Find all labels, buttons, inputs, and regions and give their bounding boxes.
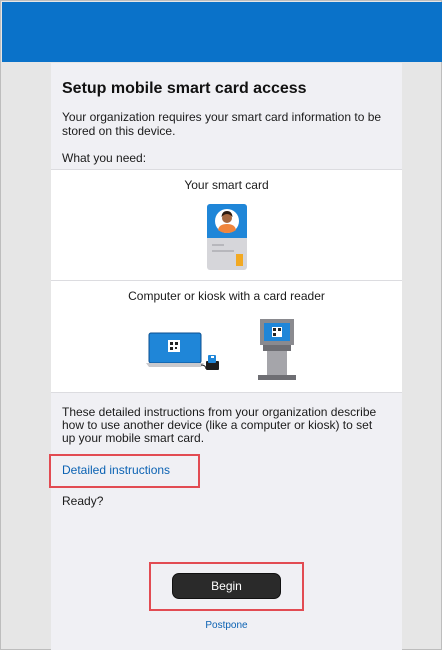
smart-card-panel: Your smart card <box>51 169 402 281</box>
detailed-instructions-link[interactable]: Detailed instructions <box>62 463 170 477</box>
card-reader-panel: Computer or kiosk with a card reader <box>51 281 402 393</box>
card-reader-label: Computer or kiosk with a card reader <box>128 289 325 303</box>
smart-card-label: Your smart card <box>184 178 269 192</box>
top-app-bar <box>2 2 442 62</box>
setup-sheet: Setup mobile smart card access Your orga… <box>51 63 402 650</box>
begin-button[interactable]: Begin <box>172 573 281 599</box>
screen-frame: Setup mobile smart card access Your orga… <box>0 0 442 650</box>
smart-card-icon <box>207 204 247 270</box>
instructions-description: These detailed instructions from your or… <box>62 405 377 445</box>
intro-text: Your organization requires your smart ca… <box>62 110 382 138</box>
what-you-need-label: What you need: <box>62 151 147 165</box>
page-title: Setup mobile smart card access <box>62 80 307 97</box>
laptop-kiosk-icon <box>146 319 296 380</box>
postpone-link[interactable]: Postpone <box>51 620 402 631</box>
ready-label: Ready? <box>62 494 104 508</box>
